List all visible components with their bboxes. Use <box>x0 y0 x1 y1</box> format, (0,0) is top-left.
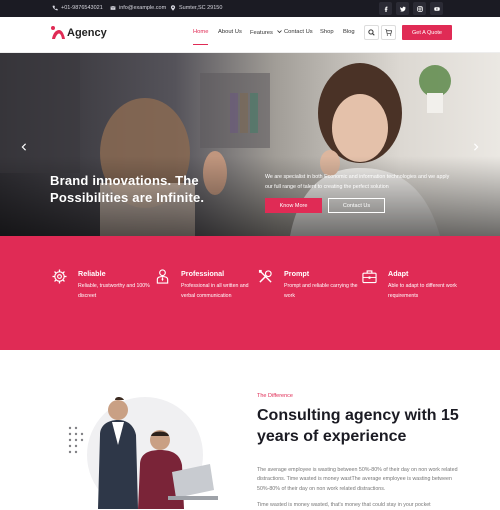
mail-icon <box>110 6 116 10</box>
location-pin-icon <box>170 5 176 11</box>
top-bar: +01-9876543021 info@example.com Sumter,S… <box>0 0 500 17</box>
professional-person-icon <box>156 269 169 284</box>
youtube-link[interactable] <box>430 2 443 15</box>
phone-info[interactable]: +01-9876543021 <box>52 5 103 11</box>
chevron-down-icon <box>276 30 282 34</box>
nav-about-us[interactable]: About Us <box>218 29 242 35</box>
hero-title: Brand innovations. The Possibilities are… <box>50 173 205 205</box>
feature-description: Professional in all written and verbal c… <box>181 283 249 299</box>
arrow-left-icon[interactable] <box>20 143 28 151</box>
phone-text: +01-9876543021 <box>61 5 103 11</box>
cart-icon <box>385 29 392 36</box>
get-a-quote-button[interactable]: Get A Quote <box>402 25 452 40</box>
active-nav-indicator <box>193 44 208 45</box>
twitter-link[interactable] <box>396 2 409 15</box>
nav-features[interactable]: Features <box>250 29 282 36</box>
nav-features-label: Features <box>250 30 273 36</box>
instagram-icon <box>416 5 423 12</box>
feature-title: Professional <box>181 269 225 278</box>
location-text: Sumter,SC 29150 <box>179 5 223 11</box>
nav-blog[interactable]: Blog <box>343 29 355 35</box>
feature-title: Prompt <box>284 269 310 278</box>
facebook-icon <box>384 6 387 12</box>
team-photo <box>68 397 218 509</box>
section-eyebrow: The Difference <box>257 393 293 399</box>
feature-description: Prompt and reliable carrying the work <box>284 283 358 299</box>
feature-title: Adapt <box>388 269 409 278</box>
cart-button[interactable] <box>381 25 396 40</box>
tools-icon <box>258 269 272 283</box>
logo[interactable]: Agency <box>50 25 107 41</box>
feature-title: Reliable <box>78 269 106 278</box>
logo-text: Agency <box>67 27 107 39</box>
nav-contact-us[interactable]: Contact Us <box>284 29 313 35</box>
email-info[interactable]: info@example.com <box>110 5 166 11</box>
facebook-link[interactable] <box>379 2 392 15</box>
feature-description: Reliable, trustworthy and 100% discreet <box>78 283 150 299</box>
arrow-right-icon[interactable] <box>472 143 480 151</box>
features-section: Reliable Reliable, trustworthy and 100% … <box>0 236 500 350</box>
email-text: info@example.com <box>119 5 167 11</box>
search-icon <box>368 29 375 36</box>
gear-icon <box>52 269 67 284</box>
section-title: Consulting agency with 15 years of exper… <box>257 407 459 445</box>
instagram-link[interactable] <box>413 2 426 15</box>
hero-subtitle: We are specialist in both Economic and i… <box>265 174 450 190</box>
briefcase-icon <box>362 270 377 284</box>
know-more-button[interactable]: Know More <box>265 198 322 213</box>
hero-slider: Brand innovations. The Possibilities are… <box>0 53 500 236</box>
phone-icon <box>52 5 58 11</box>
twitter-icon <box>399 6 406 12</box>
contact-us-button[interactable]: Contact Us <box>328 198 385 213</box>
youtube-icon <box>433 6 440 11</box>
about-section: The Difference Consulting agency with 15… <box>0 350 500 509</box>
main-navbar: Agency Home About Us Features Contact Us… <box>0 17 500 53</box>
search-button[interactable] <box>364 25 379 40</box>
feature-description: Able to adapt to different work requirem… <box>388 283 457 299</box>
location-info: Sumter,SC 29150 <box>170 5 222 11</box>
about-paragraph: The average employee is wasting between … <box>257 467 458 492</box>
logo-mark-icon <box>51 26 65 39</box>
nav-shop[interactable]: Shop <box>320 29 334 35</box>
nav-home[interactable]: Home <box>193 29 208 35</box>
